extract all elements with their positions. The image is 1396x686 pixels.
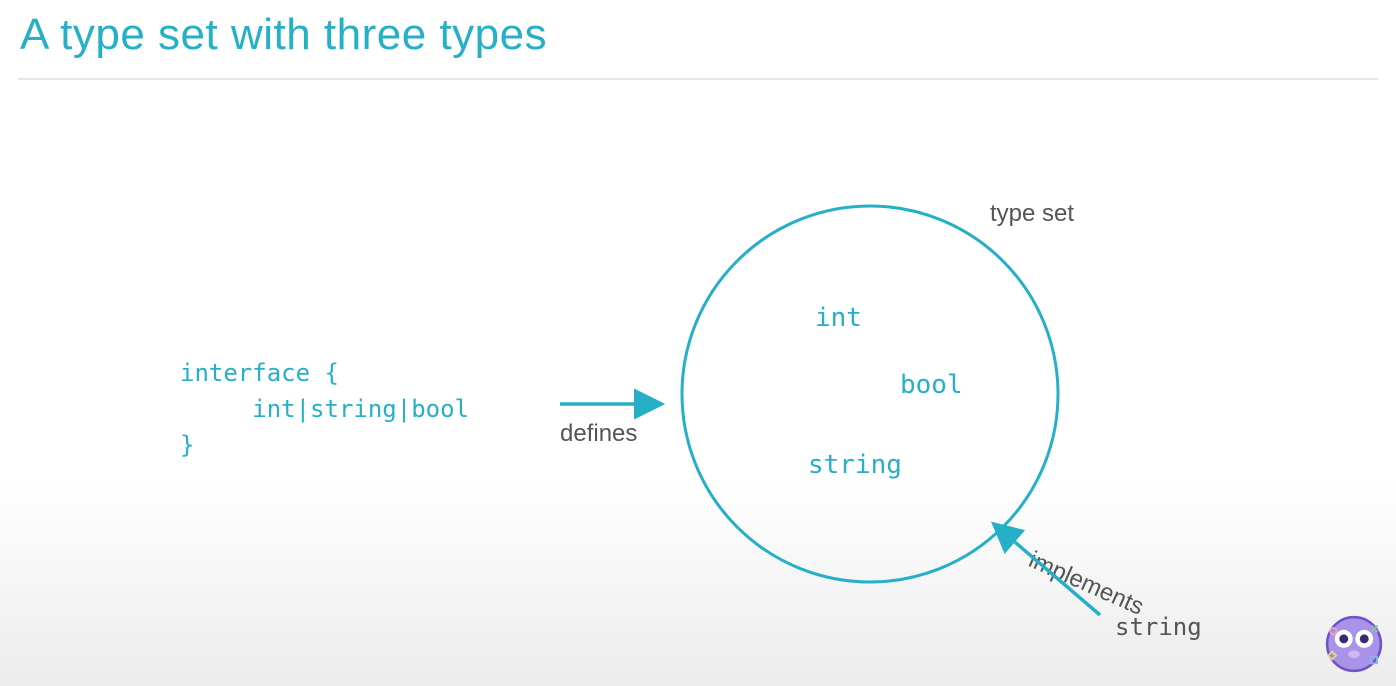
typeset-circle: [682, 206, 1058, 582]
defines-label: defines: [560, 420, 637, 448]
diagram-svg: [0, 0, 1396, 686]
implements-label: implements: [1024, 546, 1147, 621]
circle-type-bool: bool: [900, 370, 963, 400]
interface-code: interface { int|string|bool }: [180, 355, 469, 463]
circle-type-string: string: [808, 450, 902, 480]
circle-type-int: int: [815, 303, 862, 333]
typeset-label: type set: [990, 200, 1074, 228]
slide-title: A type set with three types: [20, 10, 547, 60]
gopher-logo-icon: [1322, 612, 1386, 676]
title-divider: [18, 78, 1378, 80]
external-type-string: string: [1115, 613, 1202, 641]
